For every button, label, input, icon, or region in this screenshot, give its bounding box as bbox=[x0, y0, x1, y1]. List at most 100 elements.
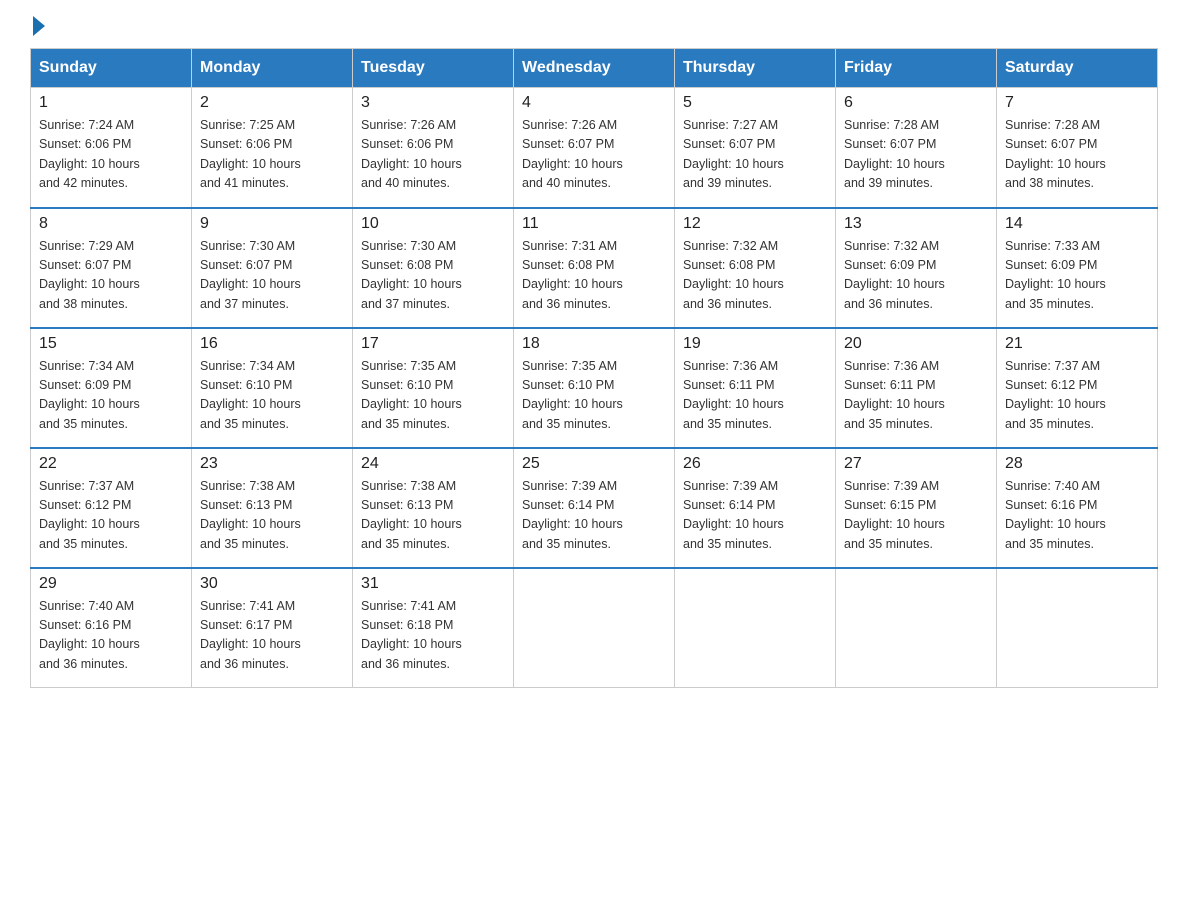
calendar-cell: 5Sunrise: 7:27 AMSunset: 6:07 PMDaylight… bbox=[675, 88, 836, 208]
header-wednesday: Wednesday bbox=[514, 49, 675, 88]
header-friday: Friday bbox=[836, 49, 997, 88]
day-number: 4 bbox=[522, 94, 666, 112]
day-info: Sunrise: 7:39 AMSunset: 6:14 PMDaylight:… bbox=[522, 477, 666, 555]
calendar-cell: 8 Sunrise: 7:29 AMSunset: 6:07 PMDaylight… bbox=[31, 208, 192, 328]
day-number: 18 bbox=[522, 335, 666, 353]
day-info: Sunrise: 7:24 AMSunset: 6:06 PMDaylight:… bbox=[39, 116, 183, 194]
calendar-cell: 4 Sunrise: 7:26 AMSunset: 6:07 PMDaylight… bbox=[514, 88, 675, 208]
calendar-cell bbox=[997, 568, 1158, 688]
day-info: Sunrise: 7:36 AMSunset: 6:11 PMDaylight:… bbox=[683, 357, 827, 435]
day-info: Sunrise: 7:32 AMSunset: 6:09 PMDaylight:… bbox=[844, 237, 988, 315]
calendar-cell: 21 Sunrise: 7:37 AMSunset: 6:12 PMDayligh… bbox=[997, 328, 1158, 448]
day-info: Sunrise: 7:26 AMSunset: 6:07 PMDaylight:… bbox=[522, 116, 666, 194]
day-info: Sunrise: 7:28 AMSunset: 6:07 PMDaylight:… bbox=[1005, 116, 1149, 194]
calendar-cell bbox=[675, 568, 836, 688]
calendar-week-row: 1 Sunrise: 7:24 AMSunset: 6:06 PMDaylight… bbox=[31, 88, 1158, 208]
day-number: 15 bbox=[39, 335, 183, 353]
day-info: Sunrise: 7:40 AMSunset: 6:16 PMDaylight:… bbox=[39, 597, 183, 675]
calendar-cell: 29 Sunrise: 7:40 AMSunset: 6:16 PMDayligh… bbox=[31, 568, 192, 688]
day-info: Sunrise: 7:38 AMSunset: 6:13 PMDaylight:… bbox=[200, 477, 344, 555]
calendar-cell: 3 Sunrise: 7:26 AMSunset: 6:06 PMDaylight… bbox=[353, 88, 514, 208]
calendar-cell: 2Sunrise: 7:25 AMSunset: 6:06 PMDaylight… bbox=[192, 88, 353, 208]
day-number: 31 bbox=[361, 575, 505, 593]
page-header bbox=[30, 20, 1158, 30]
day-number: 26 bbox=[683, 455, 827, 473]
calendar-week-row: 8 Sunrise: 7:29 AMSunset: 6:07 PMDaylight… bbox=[31, 208, 1158, 328]
day-info: Sunrise: 7:36 AMSunset: 6:11 PMDaylight:… bbox=[844, 357, 988, 435]
calendar-week-row: 15 Sunrise: 7:34 AMSunset: 6:09 PMDayligh… bbox=[31, 328, 1158, 448]
calendar-cell: 30 Sunrise: 7:41 AMSunset: 6:17 PMDayligh… bbox=[192, 568, 353, 688]
day-number: 13 bbox=[844, 215, 988, 233]
day-number: 3 bbox=[361, 94, 505, 112]
day-number: 11 bbox=[522, 215, 666, 233]
day-number: 10 bbox=[361, 215, 505, 233]
header-monday: Monday bbox=[192, 49, 353, 88]
header-tuesday: Tuesday bbox=[353, 49, 514, 88]
header-saturday: Saturday bbox=[997, 49, 1158, 88]
header-row: SundayMondayTuesdayWednesdayThursdayFrid… bbox=[31, 49, 1158, 88]
day-number: 16 bbox=[200, 335, 344, 353]
day-number: 7 bbox=[1005, 94, 1149, 112]
day-info: Sunrise: 7:34 AMSunset: 6:10 PMDaylight:… bbox=[200, 357, 344, 435]
calendar-cell: 26 Sunrise: 7:39 AMSunset: 6:14 PMDayligh… bbox=[675, 448, 836, 568]
day-info: Sunrise: 7:39 AMSunset: 6:14 PMDaylight:… bbox=[683, 477, 827, 555]
calendar-table: SundayMondayTuesdayWednesdayThursdayFrid… bbox=[30, 48, 1158, 688]
calendar-cell: 13 Sunrise: 7:32 AMSunset: 6:09 PMDayligh… bbox=[836, 208, 997, 328]
day-number: 21 bbox=[1005, 335, 1149, 353]
day-number: 8 bbox=[39, 215, 183, 233]
calendar-cell: 31 Sunrise: 7:41 AMSunset: 6:18 PMDayligh… bbox=[353, 568, 514, 688]
calendar-cell: 23 Sunrise: 7:38 AMSunset: 6:13 PMDayligh… bbox=[192, 448, 353, 568]
day-number: 29 bbox=[39, 575, 183, 593]
calendar-cell: 20 Sunrise: 7:36 AMSunset: 6:11 PMDayligh… bbox=[836, 328, 997, 448]
calendar-week-row: 22 Sunrise: 7:37 AMSunset: 6:12 PMDayligh… bbox=[31, 448, 1158, 568]
day-info: Sunrise: 7:27 AMSunset: 6:07 PMDaylight:… bbox=[683, 116, 827, 194]
day-number: 19 bbox=[683, 335, 827, 353]
header-sunday: Sunday bbox=[31, 49, 192, 88]
day-info: Sunrise: 7:28 AMSunset: 6:07 PMDaylight:… bbox=[844, 116, 988, 194]
day-number: 14 bbox=[1005, 215, 1149, 233]
calendar-cell: 22 Sunrise: 7:37 AMSunset: 6:12 PMDayligh… bbox=[31, 448, 192, 568]
logo-text bbox=[30, 20, 45, 36]
day-number: 9 bbox=[200, 215, 344, 233]
calendar-cell: 14Sunrise: 7:33 AMSunset: 6:09 PMDayligh… bbox=[997, 208, 1158, 328]
calendar-cell: 17 Sunrise: 7:35 AMSunset: 6:10 PMDayligh… bbox=[353, 328, 514, 448]
day-number: 20 bbox=[844, 335, 988, 353]
day-number: 28 bbox=[1005, 455, 1149, 473]
day-number: 30 bbox=[200, 575, 344, 593]
day-info: Sunrise: 7:38 AMSunset: 6:13 PMDaylight:… bbox=[361, 477, 505, 555]
calendar-cell: 15 Sunrise: 7:34 AMSunset: 6:09 PMDayligh… bbox=[31, 328, 192, 448]
day-number: 17 bbox=[361, 335, 505, 353]
day-info: Sunrise: 7:41 AMSunset: 6:17 PMDaylight:… bbox=[200, 597, 344, 675]
day-info: Sunrise: 7:35 AMSunset: 6:10 PMDaylight:… bbox=[361, 357, 505, 435]
calendar-cell bbox=[514, 568, 675, 688]
day-info: Sunrise: 7:37 AMSunset: 6:12 PMDaylight:… bbox=[1005, 357, 1149, 435]
day-info: Sunrise: 7:29 AMSunset: 6:07 PMDaylight:… bbox=[39, 237, 183, 315]
day-number: 22 bbox=[39, 455, 183, 473]
calendar-week-row: 29 Sunrise: 7:40 AMSunset: 6:16 PMDayligh… bbox=[31, 568, 1158, 688]
day-number: 1 bbox=[39, 94, 183, 112]
calendar-cell: 1 Sunrise: 7:24 AMSunset: 6:06 PMDaylight… bbox=[31, 88, 192, 208]
day-number: 25 bbox=[522, 455, 666, 473]
day-number: 2 bbox=[200, 94, 344, 112]
calendar-cell bbox=[836, 568, 997, 688]
day-number: 12 bbox=[683, 215, 827, 233]
calendar-cell: 19 Sunrise: 7:36 AMSunset: 6:11 PMDayligh… bbox=[675, 328, 836, 448]
calendar-cell: 16 Sunrise: 7:34 AMSunset: 6:10 PMDayligh… bbox=[192, 328, 353, 448]
day-number: 27 bbox=[844, 455, 988, 473]
day-info: Sunrise: 7:34 AMSunset: 6:09 PMDaylight:… bbox=[39, 357, 183, 435]
day-info: Sunrise: 7:30 AMSunset: 6:07 PMDaylight:… bbox=[200, 237, 344, 315]
day-info: Sunrise: 7:26 AMSunset: 6:06 PMDaylight:… bbox=[361, 116, 505, 194]
calendar-cell: 24Sunrise: 7:38 AMSunset: 6:13 PMDayligh… bbox=[353, 448, 514, 568]
calendar-cell: 10Sunrise: 7:30 AMSunset: 6:08 PMDayligh… bbox=[353, 208, 514, 328]
day-info: Sunrise: 7:37 AMSunset: 6:12 PMDaylight:… bbox=[39, 477, 183, 555]
day-number: 23 bbox=[200, 455, 344, 473]
day-info: Sunrise: 7:32 AMSunset: 6:08 PMDaylight:… bbox=[683, 237, 827, 315]
day-info: Sunrise: 7:41 AMSunset: 6:18 PMDaylight:… bbox=[361, 597, 505, 675]
day-number: 6 bbox=[844, 94, 988, 112]
day-info: Sunrise: 7:39 AMSunset: 6:15 PMDaylight:… bbox=[844, 477, 988, 555]
day-info: Sunrise: 7:40 AMSunset: 6:16 PMDaylight:… bbox=[1005, 477, 1149, 555]
calendar-cell: 18 Sunrise: 7:35 AMSunset: 6:10 PMDayligh… bbox=[514, 328, 675, 448]
header-thursday: Thursday bbox=[675, 49, 836, 88]
calendar-cell: 25 Sunrise: 7:39 AMSunset: 6:14 PMDayligh… bbox=[514, 448, 675, 568]
day-info: Sunrise: 7:35 AMSunset: 6:10 PMDaylight:… bbox=[522, 357, 666, 435]
